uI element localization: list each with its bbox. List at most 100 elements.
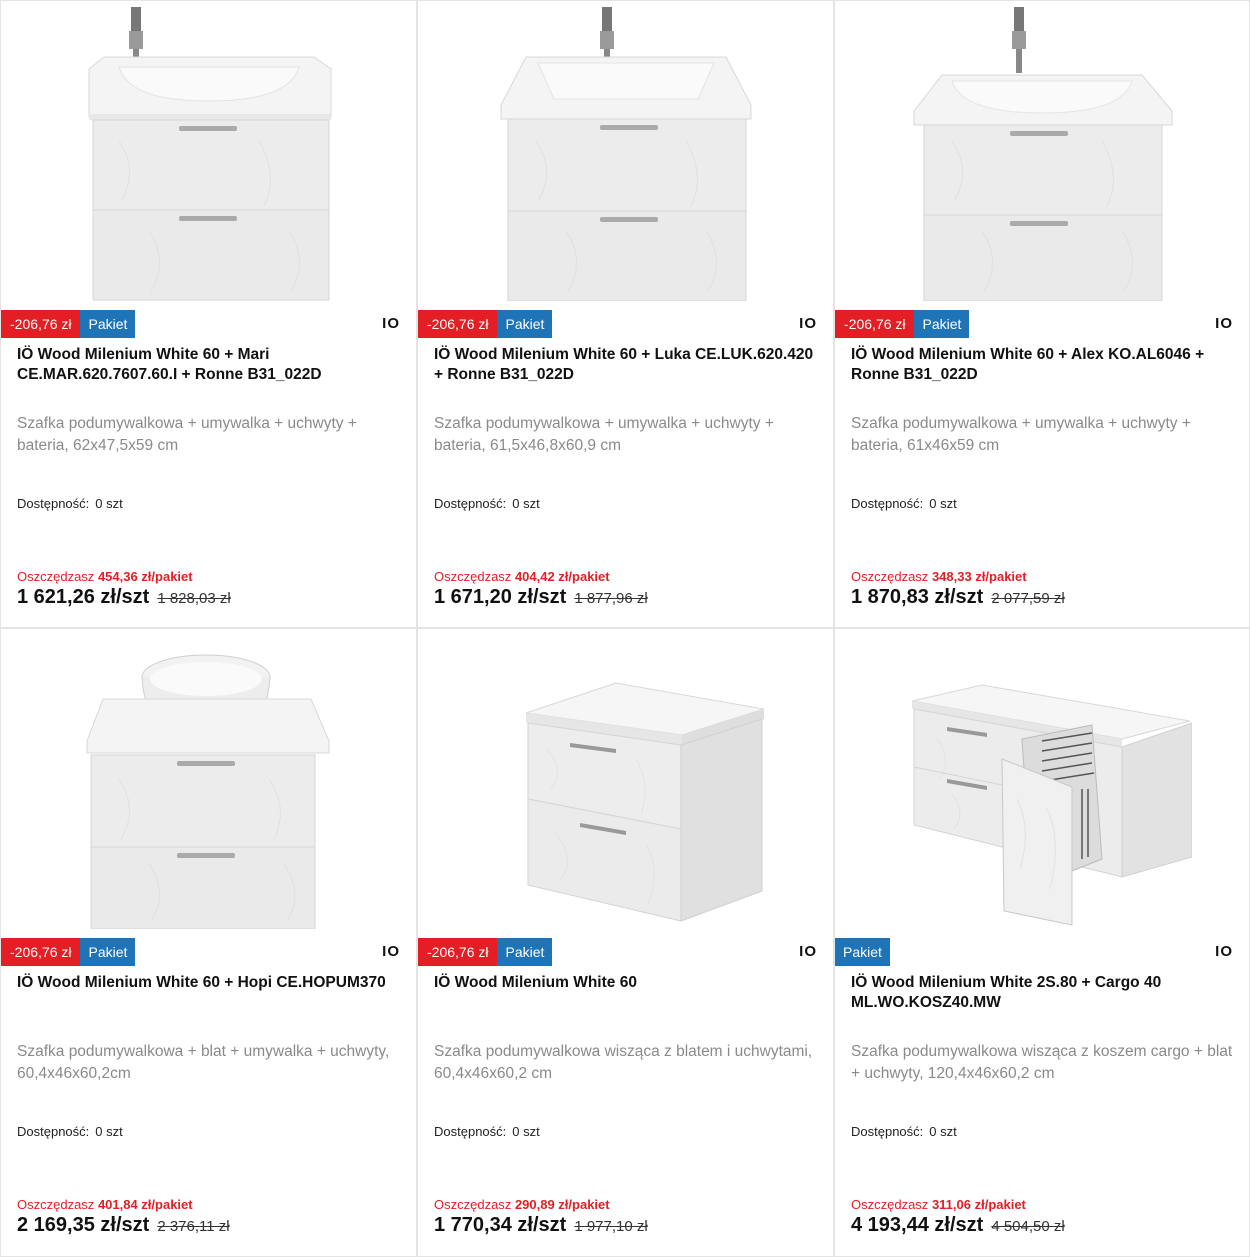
savings-value: 404,42 zł/pakiet: [514, 569, 610, 584]
package-badge: Pakiet: [835, 938, 890, 966]
availability: Dostępność: 0 szt: [851, 496, 957, 511]
availability: Dostępność: 0 szt: [434, 1124, 540, 1139]
product-image[interactable]: [1, 629, 416, 937]
old-price: 1 828,03 zł: [157, 590, 231, 607]
package-badge: Pakiet: [497, 938, 553, 966]
availability-label: Dostępność:: [851, 496, 924, 511]
product-card[interactable]: -206,76 zł Pakiet IO IÖ Wood Milenium Wh…: [417, 0, 834, 628]
old-price: 2 077,59 zł: [991, 590, 1065, 607]
brand-logo: IO: [382, 943, 400, 960]
savings: Oszczędzasz 311,06 zł/pakiet: [851, 1197, 1026, 1212]
availability-label: Dostępność:: [17, 1124, 90, 1139]
availability: Dostępność: 0 szt: [17, 496, 123, 511]
old-price: 4 504,50 zł: [991, 1218, 1065, 1235]
brand-logo: IO: [382, 315, 400, 332]
product-title[interactable]: IÖ Wood Milenium White 60 + Mari CE.MAR.…: [17, 345, 406, 385]
badge-group: Pakiet: [835, 938, 890, 966]
product-title[interactable]: IÖ Wood Milenium White 60 + Hopi CE.HOPU…: [17, 973, 406, 993]
current-price: 4 193,44 zł/szt: [851, 1214, 984, 1236]
availability: Dostępność: 0 szt: [17, 1124, 123, 1139]
brand-logo: IO: [1215, 943, 1233, 960]
availability: Dostępność: 0 szt: [434, 496, 540, 511]
savings-value: 454,36 zł/pakiet: [97, 569, 193, 584]
product-title[interactable]: IÖ Wood Milenium White 60 + Luka CE.LUK.…: [434, 345, 823, 385]
product-image[interactable]: [418, 629, 833, 937]
product-description: Szafka podumywalkowa + umywalka + uchwyt…: [17, 415, 357, 454]
package-badge: Pakiet: [914, 310, 970, 338]
badge-group: -206,76 zł Pakiet: [1, 310, 136, 338]
product-image[interactable]: [1, 1, 416, 309]
product-image[interactable]: [835, 1, 1249, 309]
current-price: 1 870,83 zł/szt: [851, 586, 984, 608]
brand-logo: IO: [1215, 315, 1233, 332]
savings-label: Oszczędzasz: [851, 1197, 929, 1212]
savings-label: Oszczędzasz: [17, 569, 95, 584]
savings: Oszczędzasz 290,89 zł/pakiet: [434, 1197, 610, 1212]
savings-value: 311,06 zł/pakiet: [931, 1197, 1026, 1212]
old-price: 2 376,11 zł: [157, 1218, 230, 1235]
old-price: 1 877,96 zł: [574, 590, 648, 607]
product-image[interactable]: [835, 629, 1249, 937]
product-description: Szafka podumywalkowa + umywalka + uchwyt…: [434, 415, 774, 454]
savings-value: 290,89 zł/pakiet: [514, 1197, 610, 1212]
savings-value: 348,33 zł/pakiet: [931, 569, 1027, 584]
savings: Oszczędzasz 348,33 zł/pakiet: [851, 569, 1027, 584]
product-card[interactable]: -206,76 zł Pakiet IO IÖ Wood Milenium Wh…: [0, 628, 417, 1257]
discount-badge: -206,76 zł: [418, 938, 498, 966]
current-price: 2 169,35 zł/szt: [17, 1214, 150, 1236]
availability-label: Dostępność:: [17, 496, 90, 511]
badge-group: -206,76 zł Pakiet: [418, 310, 553, 338]
product-card[interactable]: -206,76 zł Pakiet IO IÖ Wood Milenium Wh…: [0, 0, 417, 628]
current-price: 1 770,34 zł/szt: [434, 1214, 567, 1236]
availability-value: 0 szt: [95, 1124, 123, 1139]
price-row: 1 621,26 zł/szt 1 828,03 zł: [17, 586, 231, 609]
product-title[interactable]: IÖ Wood Milenium White 60: [434, 973, 823, 993]
product-title[interactable]: IÖ Wood Milenium White 2S.80 + Cargo 40 …: [851, 973, 1239, 1013]
savings-value: 401,84 zł/pakiet: [97, 1197, 193, 1212]
availability-value: 0 szt: [929, 496, 957, 511]
current-price: 1 621,26 zł/szt: [17, 586, 150, 608]
product-description: Szafka podumywalkowa + blat + umywalka +…: [17, 1043, 390, 1082]
discount-badge: -206,76 zł: [835, 310, 915, 338]
discount-badge: -206,76 zł: [418, 310, 498, 338]
savings: Oszczędzasz 401,84 zł/pakiet: [17, 1197, 193, 1212]
availability-value: 0 szt: [95, 496, 123, 511]
price-row: 1 870,83 zł/szt 2 077,59 zł: [851, 586, 1065, 609]
availability-value: 0 szt: [929, 1124, 957, 1139]
savings: Oszczędzasz 454,36 zł/pakiet: [17, 569, 193, 584]
availability-label: Dostępność:: [851, 1124, 924, 1139]
product-description: Szafka podumywalkowa + umywalka + uchwyt…: [851, 415, 1191, 454]
brand-logo: IO: [799, 315, 817, 332]
product-card[interactable]: -206,76 zł Pakiet IO IÖ Wood Milenium Wh…: [834, 0, 1250, 628]
product-image[interactable]: [418, 1, 833, 309]
package-badge: Pakiet: [497, 310, 553, 338]
discount-badge: -206,76 zł: [1, 938, 81, 966]
badge-group: -206,76 zł Pakiet: [835, 310, 970, 338]
savings-label: Oszczędzasz: [17, 1197, 95, 1212]
availability-label: Dostępność:: [434, 1124, 507, 1139]
package-badge: Pakiet: [80, 938, 136, 966]
price-row: 1 770,34 zł/szt 1 977,10 zł: [434, 1214, 648, 1237]
savings-label: Oszczędzasz: [434, 1197, 512, 1212]
availability: Dostępność: 0 szt: [851, 1124, 957, 1139]
brand-logo: IO: [799, 943, 817, 960]
savings-label: Oszczędzasz: [851, 569, 929, 584]
savings-label: Oszczędzasz: [434, 569, 512, 584]
price-row: 2 169,35 zł/szt 2 376,11 zł: [17, 1214, 230, 1237]
savings: Oszczędzasz 404,42 zł/pakiet: [434, 569, 610, 584]
price-row: 4 193,44 zł/szt 4 504,50 zł: [851, 1214, 1065, 1237]
availability-value: 0 szt: [512, 1124, 540, 1139]
product-card[interactable]: Pakiet IO IÖ Wood Milenium White 2S.80 +…: [834, 628, 1250, 1257]
badge-group: -206,76 zł Pakiet: [418, 938, 553, 966]
current-price: 1 671,20 zł/szt: [434, 586, 567, 608]
availability-value: 0 szt: [512, 496, 540, 511]
package-badge: Pakiet: [80, 310, 136, 338]
discount-badge: -206,76 zł: [1, 310, 81, 338]
product-grid: -206,76 zł Pakiet IO IÖ Wood Milenium Wh…: [0, 0, 1250, 1257]
availability-label: Dostępność:: [434, 496, 507, 511]
badge-group: -206,76 zł Pakiet: [1, 938, 136, 966]
product-card[interactable]: -206,76 zł Pakiet IO IÖ Wood Milenium Wh…: [417, 628, 834, 1257]
product-description: Szafka podumywalkowa wisząca z blatem i …: [434, 1043, 813, 1082]
price-row: 1 671,20 zł/szt 1 877,96 zł: [434, 586, 648, 609]
product-title[interactable]: IÖ Wood Milenium White 60 + Alex KO.AL60…: [851, 345, 1239, 385]
